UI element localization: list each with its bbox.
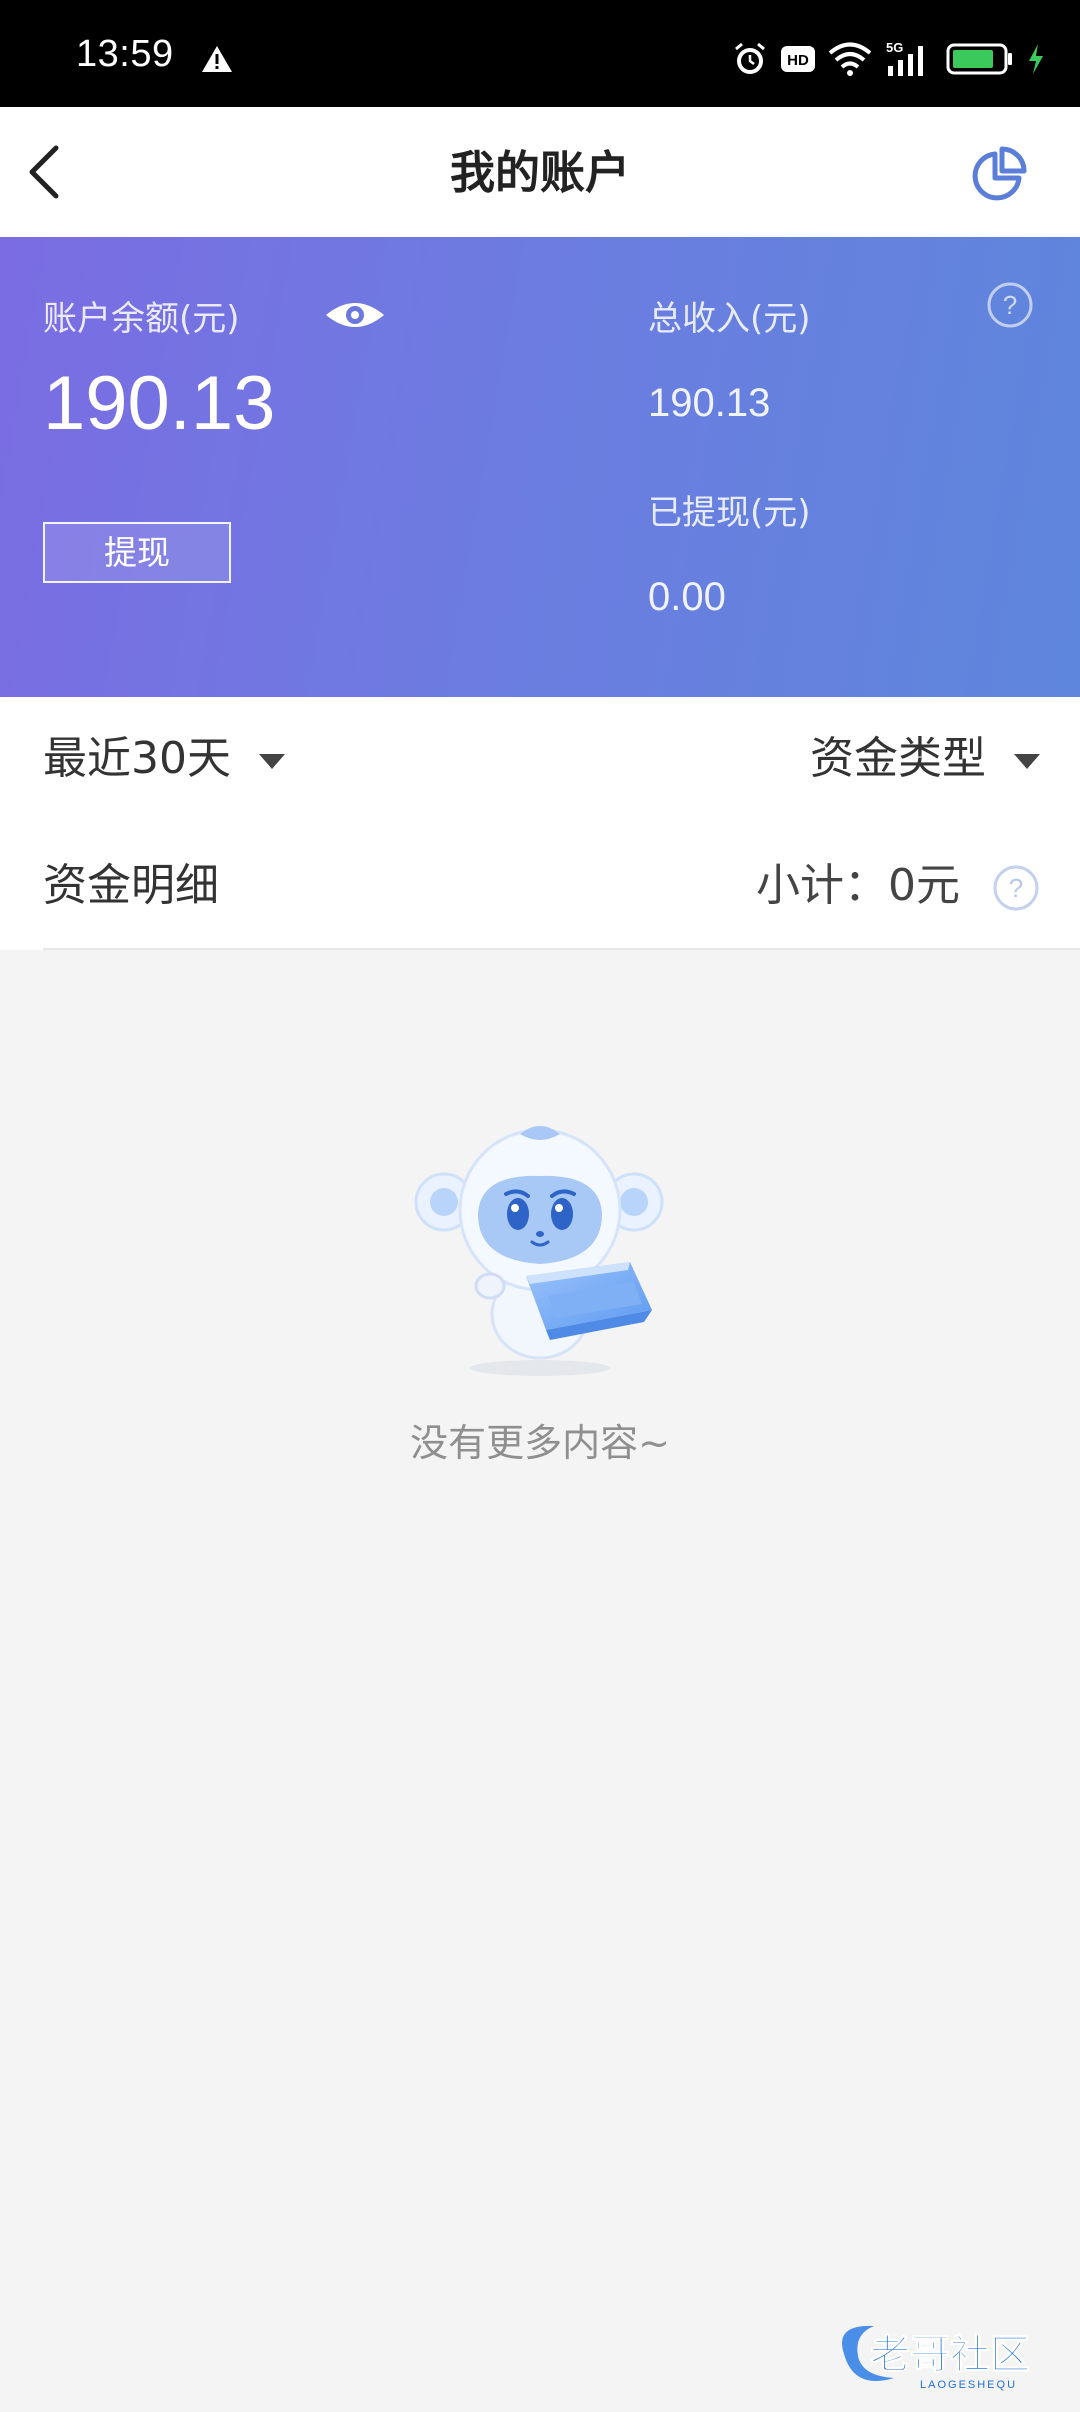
help-icon[interactable]: ? [992,864,1040,912]
withdrawn-label: 已提现(元) [648,493,811,533]
fund-type-dropdown-label: 资金类型 [810,733,986,784]
watermark-logo: 老哥社区 LAOGESHEQU [842,2325,1031,2391]
svg-text:?: ? [1009,873,1023,903]
balance-card: 账户余额(元) 190.13 提现 总收入(元) 190.13 已提现(元) 0… [0,237,1080,697]
svg-text:老哥社区: 老哥社区 [870,2332,1030,2378]
eye-icon[interactable] [324,297,386,333]
page: 13:59 HD 5G 我的账户 账户余额(元) 190.13 提现 总收入(元… [0,0,1080,2412]
battery-icon [946,43,1012,75]
empty-state-message: 没有更多内容~ [410,1421,670,1465]
status-bar: 13:59 HD 5G [0,0,1080,107]
balance-value: 190.13 [43,361,276,446]
total-income-label: 总收入(元) [648,299,811,339]
subtotal: 小计：0元 [756,860,960,911]
warning-icon [202,46,232,72]
help-icon[interactable]: ? [986,281,1034,329]
wifi-icon [828,42,872,76]
balance-label: 账户余额(元) [43,299,240,339]
alarm-icon [735,42,765,74]
status-time: 13:59 [76,33,174,75]
period-dropdown-label: 最近30天 [43,733,231,784]
pie-chart-icon [972,146,1027,201]
svg-text:?: ? [1003,290,1017,320]
total-income-value: 190.13 [648,381,771,425]
hd-icon: HD [781,46,815,72]
filter-bar: 最近30天 资金类型 [0,697,1080,822]
app-header: 我的账户 [0,107,1080,237]
caret-down-icon [259,753,285,769]
svg-text:LAOGESHEQU: LAOGESHEQU [920,2379,1017,2391]
monkey-mascot-illustration [414,1126,664,1376]
caret-down-icon [1014,753,1040,769]
page-title: 我的账户 [449,146,630,199]
statistics-button[interactable] [966,141,1032,207]
withdrawn-value: 0.00 [648,575,726,619]
svg-text:5G: 5G [886,40,903,55]
withdraw-button[interactable]: 提现 [43,522,231,583]
fund-type-dropdown[interactable]: 资金类型 [810,733,1040,785]
period-dropdown[interactable]: 最近30天 [43,733,285,785]
status-icons: HD 5G [732,36,1046,82]
divider [43,948,1080,950]
fund-details-title: 资金明细 [43,860,219,911]
fund-details-header: 资金明细 小计：0元 ? [0,822,1080,950]
charging-icon [1029,44,1043,74]
svg-text:HD: HD [787,52,809,69]
5g-signal-icon: 5G [886,40,923,76]
